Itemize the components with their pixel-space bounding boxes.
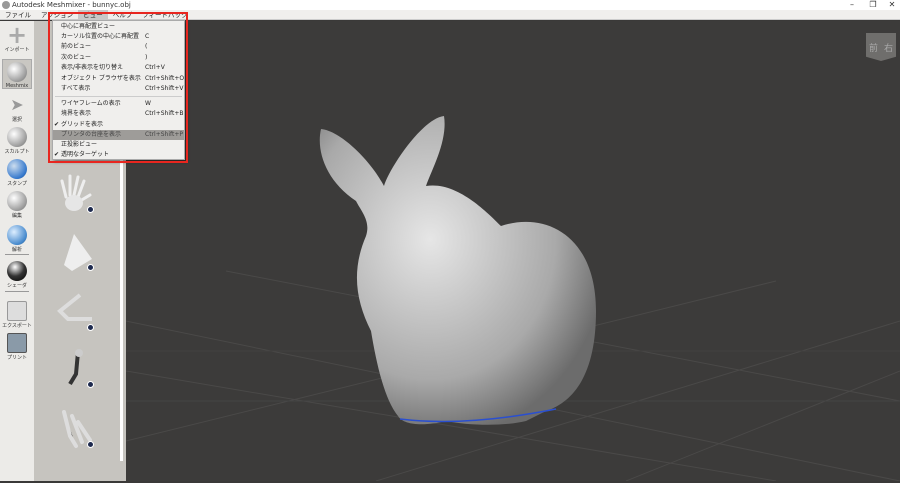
highlight-box <box>48 12 188 163</box>
window-title: Autodesk Meshmixer - bunnyc.obj <box>12 1 131 9</box>
main-toolbar: + インポート Meshmix ➤ 選択 スカルプト スタンプ 編集 解析 シェーダ… <box>0 21 34 481</box>
close-button[interactable]: ✕ <box>885 0 899 10</box>
cube-face-right[interactable]: 右 <box>884 41 893 54</box>
tool-sculpt[interactable]: スカルプト <box>2 127 32 155</box>
shader-icon <box>7 261 27 281</box>
divider <box>5 254 29 255</box>
arrow-icon: ➤ <box>10 95 24 114</box>
part-cone[interactable] <box>54 229 100 275</box>
analysis-icon <box>7 225 27 245</box>
part-hand-2[interactable] <box>54 406 100 452</box>
part-leg[interactable] <box>54 289 100 335</box>
tool-label: プリント <box>6 355 27 361</box>
info-badge <box>87 206 94 213</box>
minimize-button[interactable]: – <box>845 0 859 10</box>
title-bar: Autodesk Meshmixer - bunnyc.obj – ❐ ✕ <box>0 0 900 10</box>
tool-label: インポート <box>4 47 30 53</box>
menu-file[interactable]: ファイル <box>0 10 36 19</box>
tool-meshmix[interactable]: Meshmix <box>2 59 32 89</box>
tool-label: スタンプ <box>7 181 27 187</box>
part-arm[interactable] <box>54 346 100 392</box>
restore-button[interactable]: ❐ <box>866 0 880 10</box>
meshmix-icon <box>7 62 27 82</box>
export-icon <box>7 301 27 321</box>
tool-label: エクスポート <box>2 323 32 329</box>
edit-icon <box>7 191 27 211</box>
tool-select[interactable]: ➤ 選択 <box>2 95 32 123</box>
bunny-model <box>319 116 596 425</box>
tool-shaders[interactable]: シェーダ <box>2 261 32 289</box>
tool-import[interactable]: + インポート <box>2 21 32 53</box>
app-icon <box>2 1 10 9</box>
tool-label: 編集 <box>11 213 22 219</box>
stamp-icon <box>7 159 27 179</box>
printer-icon <box>7 333 27 353</box>
info-badge <box>87 441 94 448</box>
tool-edit[interactable]: 編集 <box>2 191 32 219</box>
scene <box>125 116 900 482</box>
tool-print[interactable]: プリント <box>2 333 32 361</box>
tool-export[interactable]: エクスポート <box>2 301 32 329</box>
tool-label: シェーダ <box>6 283 27 289</box>
sculpt-icon <box>7 127 27 147</box>
cube-face-front[interactable]: 前 <box>869 41 878 54</box>
divider <box>5 291 29 292</box>
plus-icon: + <box>7 21 28 49</box>
info-badge <box>87 264 94 271</box>
view-cube[interactable]: 前右 <box>866 33 896 61</box>
tool-label: 解析 <box>11 247 22 253</box>
tool-label: 選択 <box>11 117 22 123</box>
info-badge <box>87 381 94 388</box>
tool-label: スカルプト <box>4 149 30 155</box>
3d-viewport[interactable] <box>125 21 900 482</box>
tool-analysis[interactable]: 解析 <box>2 225 32 253</box>
part-hand[interactable] <box>54 171 100 217</box>
info-badge <box>87 324 94 331</box>
tool-stamp[interactable]: スタンプ <box>2 159 32 187</box>
tool-label: Meshmix <box>5 83 29 89</box>
